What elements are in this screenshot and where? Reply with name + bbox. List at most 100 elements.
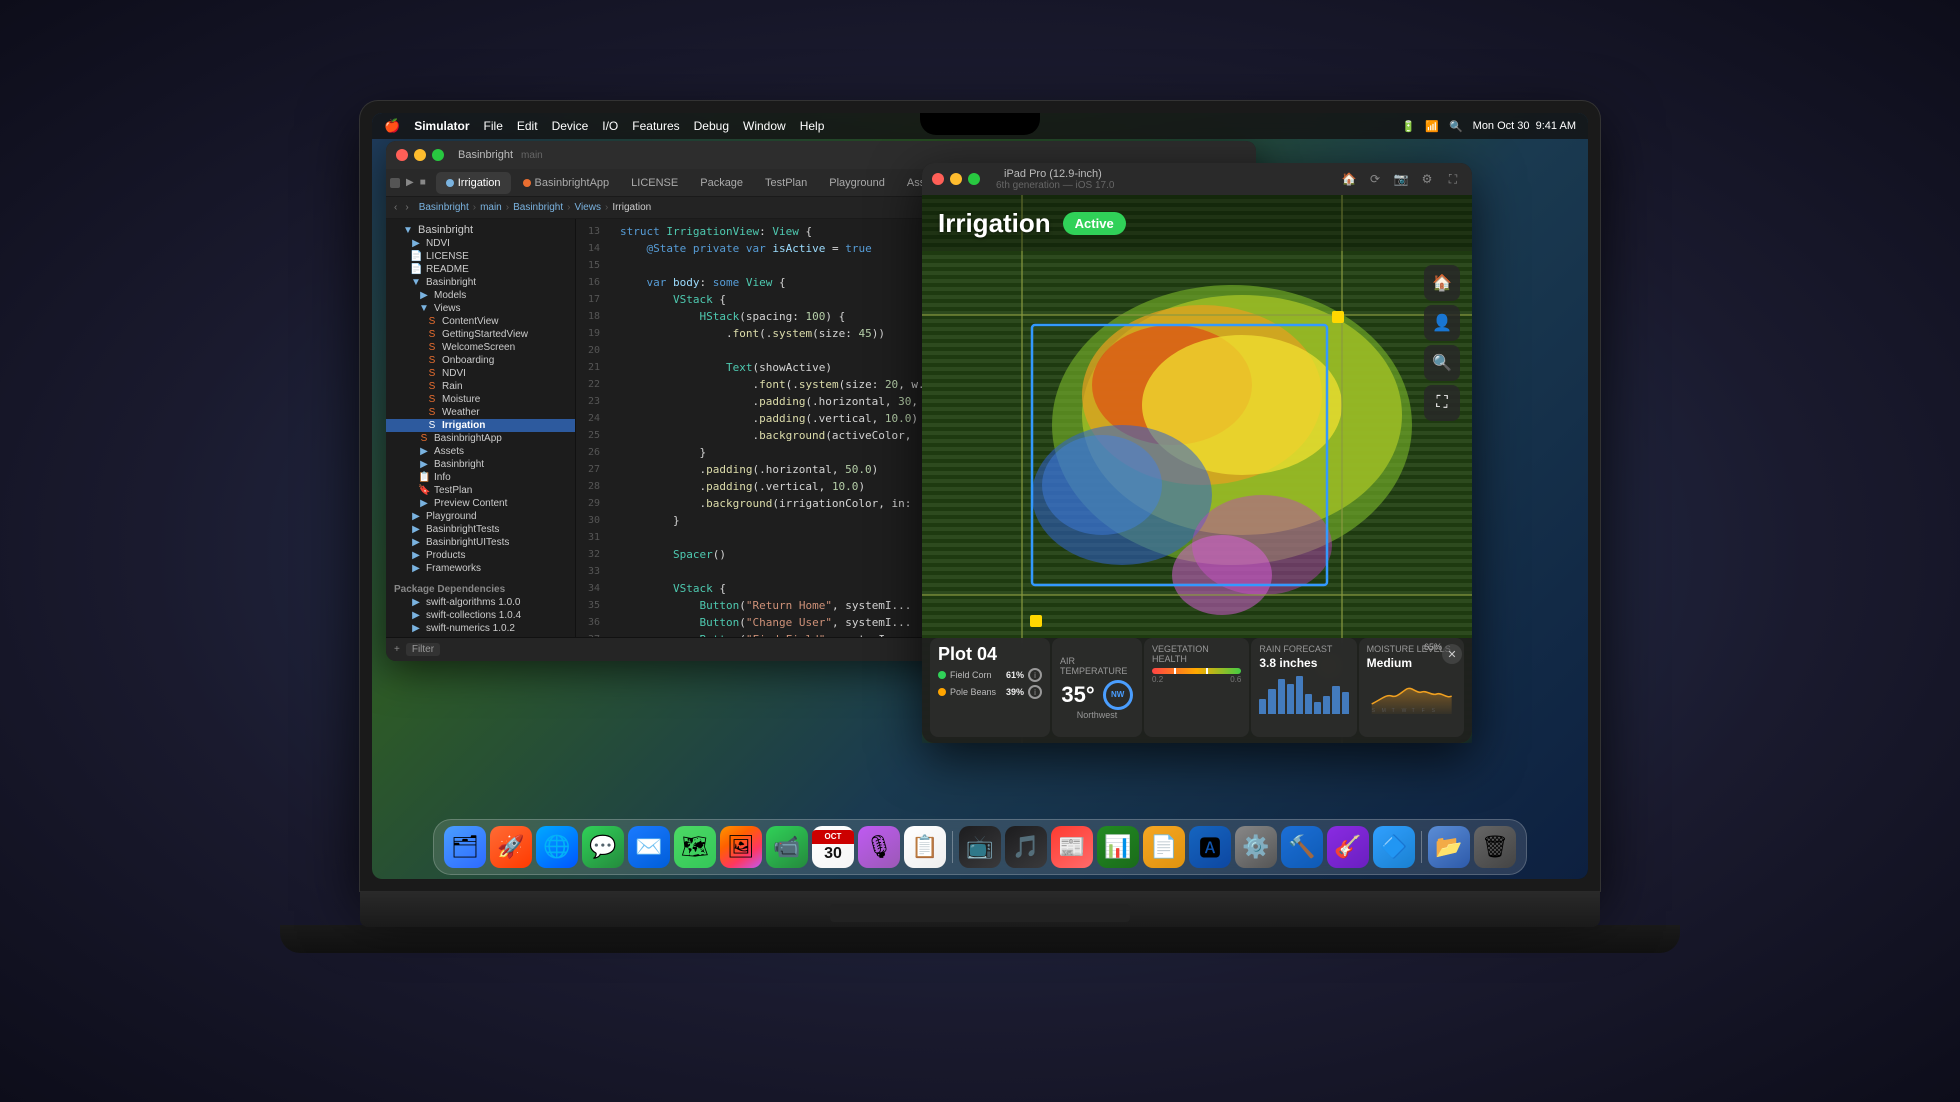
nav-item-preview[interactable]: ▶ Preview Content	[386, 497, 575, 510]
nav-item-basinbright-sub2[interactable]: ▶ Basinbright	[386, 458, 575, 471]
ipad-rotate-ctrl[interactable]: ⟳	[1366, 170, 1384, 188]
dock-app-calendar[interactable]: OCT 30	[812, 826, 854, 868]
ipad-minimize-button[interactable]	[950, 173, 962, 185]
nav-item-irrigation[interactable]: S Irrigation	[386, 419, 575, 432]
breadcrumb-3[interactable]: Basinbright	[513, 202, 563, 213]
nav-item-views[interactable]: ▼ Views	[386, 302, 575, 315]
breadcrumb-4[interactable]: Views	[574, 202, 601, 213]
minimize-button[interactable]	[414, 149, 426, 161]
nav-item-rain[interactable]: S Rain	[386, 380, 575, 393]
tab-license[interactable]: LICENSE	[621, 172, 688, 194]
dock-app-facetime[interactable]: 📹	[766, 826, 808, 868]
nav-item-swift-numerics[interactable]: ▶ swift-numerics 1.0.2	[386, 622, 575, 635]
ipad-fullscreen-ctrl[interactable]: ⛶	[1444, 170, 1462, 188]
close-button[interactable]	[396, 149, 408, 161]
nav-item-gettingstartedview[interactable]: S GettingStartedView	[386, 328, 575, 341]
map-fullscreen-btn[interactable]: ⛶	[1424, 385, 1460, 421]
info-icon[interactable]: i	[1028, 668, 1042, 682]
ipad-close-button[interactable]	[932, 173, 944, 185]
nav-item-weather[interactable]: S Weather	[386, 406, 575, 419]
ipad-home-ctrl[interactable]: 🏠	[1340, 170, 1358, 188]
nav-item-testplan[interactable]: 🔖 TestPlan	[386, 484, 575, 497]
dock-app-podcasts[interactable]: 🎙	[858, 826, 900, 868]
dock-app-maps[interactable]: 🗺	[674, 826, 716, 868]
menubar-io[interactable]: I/O	[602, 119, 618, 133]
nav-group-basinbright[interactable]: ▼ Basinbright	[386, 223, 575, 237]
tab-irrigation[interactable]: Irrigation	[436, 172, 511, 194]
menubar-features[interactable]: Features	[632, 119, 679, 133]
menubar-debug[interactable]: Debug	[694, 119, 729, 133]
menubar-help[interactable]: Help	[800, 119, 825, 133]
dock-app-news[interactable]: 📰	[1051, 826, 1093, 868]
nav-item-basinbright-sub[interactable]: ▼ Basinbright	[386, 276, 575, 289]
nav-item-license[interactable]: 📄 LICENSE	[386, 250, 575, 263]
nav-item-basinbrightapp[interactable]: S BasinbrightApp	[386, 432, 575, 445]
dock-app-appletv[interactable]: 📺	[959, 826, 1001, 868]
dock-app-pages[interactable]: 📄	[1143, 826, 1185, 868]
menubar-edit[interactable]: Edit	[517, 119, 538, 133]
trackpad[interactable]	[830, 904, 1130, 922]
dock-app-instruments[interactable]: 🎸	[1327, 826, 1369, 868]
nav-item-products[interactable]: ▶ Products	[386, 549, 575, 562]
dock-app-music[interactable]: 🎵	[1005, 826, 1047, 868]
dock-app-systemprefs[interactable]: ⚙️	[1235, 826, 1277, 868]
nav-item-swift-collections[interactable]: ▶ swift-collections 1.0.4	[386, 609, 575, 622]
nav-item-moisture[interactable]: S Moisture	[386, 393, 575, 406]
sidebar-toggle[interactable]	[390, 178, 400, 188]
maximize-button[interactable]	[432, 149, 444, 161]
nav-item-models[interactable]: ▶ Models	[386, 289, 575, 302]
back-btn[interactable]: ‹	[394, 202, 397, 213]
nav-item-frameworks[interactable]: ▶ Frameworks	[386, 562, 575, 575]
map-user-btn[interactable]: 👤	[1424, 305, 1460, 341]
nav-item-info[interactable]: 📋 Info	[386, 471, 575, 484]
plot-card-close-btn[interactable]: ✕	[1442, 644, 1462, 664]
nav-item-playground[interactable]: ▶ Playground	[386, 510, 575, 523]
breadcrumb-1[interactable]: Basinbright	[419, 202, 469, 213]
ipad-screenshot-ctrl[interactable]: 📷	[1392, 170, 1410, 188]
apple-menu-icon[interactable]: 🍎	[384, 118, 400, 134]
dock-app-safari[interactable]: 🌐	[536, 826, 578, 868]
stop-button[interactable]: ■	[420, 177, 426, 188]
nav-item-contentview[interactable]: S ContentView	[386, 315, 575, 328]
tab-testplan[interactable]: TestPlan	[755, 172, 817, 194]
nav-item-uitests[interactable]: ▶ BasinbrightUITests	[386, 536, 575, 549]
dock-app-finder[interactable]: 🗂	[444, 826, 486, 868]
nav-item-readme[interactable]: 📄 README	[386, 263, 575, 276]
nav-item-ndvi-view[interactable]: S NDVI	[386, 367, 575, 380]
menubar-file[interactable]: File	[484, 119, 503, 133]
add-file-btn[interactable]: +	[394, 644, 400, 655]
filter-input[interactable]: Filter	[406, 643, 440, 656]
run-button[interactable]: ▶	[406, 177, 414, 188]
dock-app-xcode[interactable]: 🔨	[1281, 826, 1323, 868]
tab-playground[interactable]: Playground	[819, 172, 895, 194]
ipad-maximize-button[interactable]	[968, 173, 980, 185]
dock-app-finder2[interactable]: 📂	[1428, 826, 1470, 868]
ipad-settings-ctrl[interactable]: ⚙	[1418, 170, 1436, 188]
menubar-device[interactable]: Device	[552, 119, 589, 133]
dock-app-messages[interactable]: 💬	[582, 826, 624, 868]
breadcrumb-2[interactable]: main	[480, 202, 502, 213]
dock-app-numbers[interactable]: 📊	[1097, 826, 1139, 868]
menubar-search[interactable]: 🔍	[1449, 120, 1463, 133]
tab-basinbrightapp[interactable]: BasinbrightApp	[513, 172, 620, 194]
dock-trash[interactable]: 🗑	[1474, 826, 1516, 868]
nav-item-tests[interactable]: ▶ BasinbrightTests	[386, 523, 575, 536]
menubar-window[interactable]: Window	[743, 119, 786, 133]
nav-item-swift-algorithms[interactable]: ▶ swift-algorithms 1.0.0	[386, 596, 575, 609]
nav-item-ndvi[interactable]: ▶ NDVI	[386, 237, 575, 250]
dock-app-reminders[interactable]: 📋	[904, 826, 946, 868]
dock-app-appstore[interactable]: 🅰	[1189, 826, 1231, 868]
nav-item-onboarding[interactable]: S Onboarding	[386, 354, 575, 367]
nav-item-welcomescreen[interactable]: S WelcomeScreen	[386, 341, 575, 354]
dock-app-proxyman[interactable]: 🔷	[1373, 826, 1415, 868]
map-zoom-btn[interactable]: 🔍	[1424, 345, 1460, 381]
dock-app-photos[interactable]: 🖼	[720, 826, 762, 868]
menubar-app-name[interactable]: Simulator	[414, 119, 469, 133]
tab-package[interactable]: Package	[690, 172, 753, 194]
dock-app-mail[interactable]: ✉️	[628, 826, 670, 868]
fwd-btn[interactable]: ›	[405, 202, 408, 213]
nav-item-assets[interactable]: ▶ Assets	[386, 445, 575, 458]
map-home-btn[interactable]: 🏠	[1424, 265, 1460, 301]
dock-app-launchpad[interactable]: 🚀	[490, 826, 532, 868]
info-icon-2[interactable]: i	[1028, 685, 1042, 699]
